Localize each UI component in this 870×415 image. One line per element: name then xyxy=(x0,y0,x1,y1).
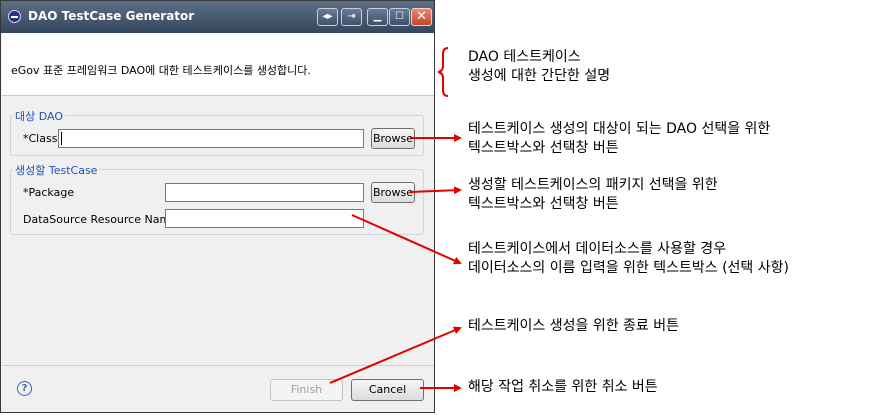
finish-arrow xyxy=(329,326,462,384)
datasource-annotation-line1: 테스트케이스에서 데이터소스를 사용할 경우 xyxy=(468,241,727,257)
class-annotation: 테스트케이스 생성의 대상이 되는 DAO 선택을 위한 텍스트박스와 선택창 … xyxy=(468,120,770,158)
header-annotation-line2: 생성에 대한 간단한 설명 xyxy=(468,68,611,84)
package-annotation: 생성할 테스트케이스의 패키지 선택을 위한 텍스트박스와 선택창 버튼 xyxy=(468,176,718,214)
datasource-annotation: 테스트케이스에서 데이터소스를 사용할 경우 데이터소스의 이름 입력을 위한 … xyxy=(468,240,789,278)
datasource-annotation-line2: 데이터소스의 이름 입력을 위한 텍스트박스 (선택 사항) xyxy=(468,260,789,276)
datasource-arrow xyxy=(351,214,462,265)
cancel-annotation: 해당 작업 취소를 위한 취소 버튼 xyxy=(468,379,658,395)
package-arrow xyxy=(409,186,462,195)
package-annotation-line2: 텍스트박스와 선택창 버튼 xyxy=(468,196,619,212)
annotation-arrows xyxy=(329,47,462,392)
header-brace xyxy=(437,47,449,97)
package-annotation-line1: 생성할 테스트케이스의 패키지 선택을 위한 xyxy=(468,177,718,193)
header-annotation-line1: DAO 테스트케이스 xyxy=(468,49,581,65)
finish-annotation: 테스트케이스 생성을 위한 종료 버튼 xyxy=(468,318,679,334)
class-annotation-line1: 테스트케이스 생성의 대상이 되는 DAO 선택을 위한 xyxy=(468,121,771,137)
header-annotation: DAO 테스트케이스 생성에 대한 간단한 설명 xyxy=(468,48,610,86)
class-annotation-line2: 텍스트박스와 선택창 버튼 xyxy=(468,140,619,156)
